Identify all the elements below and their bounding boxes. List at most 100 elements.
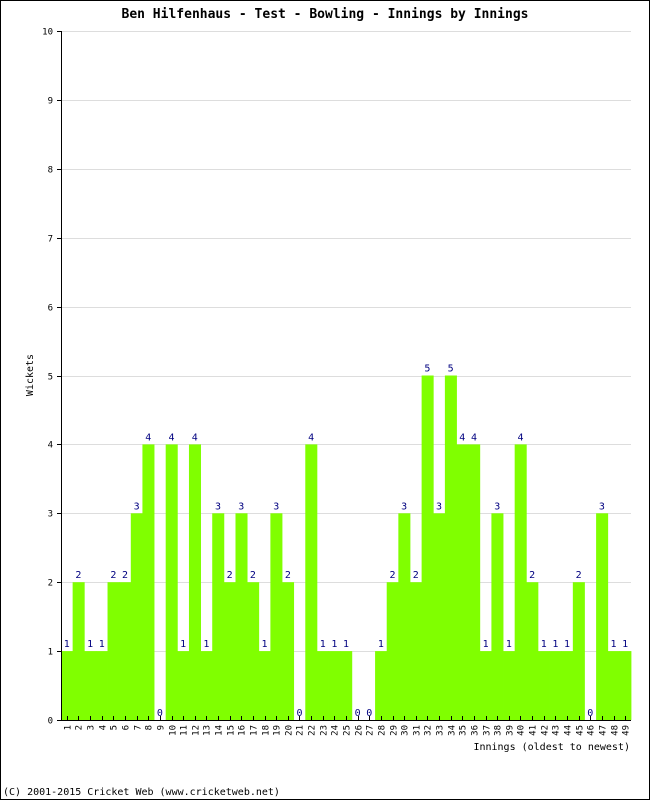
- x-tick-label: 26: [355, 725, 365, 736]
- data-label: 3: [436, 501, 442, 512]
- data-label: 1: [506, 639, 512, 650]
- bar: [119, 582, 132, 720]
- bar: [514, 444, 527, 720]
- x-tick-label: 47: [599, 725, 609, 736]
- x-tick-label: 31: [413, 725, 423, 736]
- bar: [177, 651, 190, 720]
- data-label: 5: [448, 364, 454, 375]
- data-label: 2: [529, 570, 535, 581]
- bar: [375, 651, 388, 720]
- data-label: 4: [517, 432, 523, 443]
- bar: [61, 651, 74, 720]
- x-tick-label: 42: [541, 725, 551, 736]
- data-label: 2: [285, 570, 291, 581]
- data-label: 2: [250, 570, 256, 581]
- bar: [84, 651, 97, 720]
- data-label: 1: [611, 639, 617, 650]
- x-tick-label: 27: [366, 725, 376, 736]
- data-label: 2: [110, 570, 116, 581]
- data-label: 2: [390, 570, 396, 581]
- y-tick-label: 9: [48, 97, 53, 107]
- x-tick-label: 14: [215, 725, 225, 736]
- bar: [188, 444, 201, 720]
- y-tick-label: 2: [48, 579, 53, 589]
- y-tick-label: 4: [48, 441, 53, 451]
- data-label: 1: [87, 639, 93, 650]
- x-tick-label: 49: [622, 725, 632, 736]
- x-tick-label: 37: [483, 725, 493, 736]
- bar: [444, 375, 457, 720]
- data-label: 1: [541, 639, 547, 650]
- data-label: 2: [227, 570, 233, 581]
- data-label: 0: [157, 708, 163, 719]
- y-axis-label: Wickets: [25, 354, 36, 396]
- x-tick-label: 1: [64, 725, 74, 730]
- bar: [340, 651, 353, 720]
- x-tick-label: 16: [238, 725, 248, 736]
- data-label: 4: [192, 432, 198, 443]
- data-label: 1: [343, 639, 349, 650]
- data-label: 2: [576, 570, 582, 581]
- x-tick-label: 17: [250, 725, 260, 736]
- data-label: 3: [238, 501, 244, 512]
- bar: [561, 651, 574, 720]
- bar: [421, 375, 434, 720]
- x-tick-label: 32: [424, 725, 434, 736]
- y-tick-label: 1: [48, 648, 53, 658]
- x-tick-label: 12: [192, 725, 202, 736]
- data-label: 1: [483, 639, 489, 650]
- x-tick-label: 41: [529, 725, 539, 736]
- bar: [282, 582, 295, 720]
- x-tick-label: 24: [331, 725, 341, 736]
- data-label: 4: [471, 432, 477, 443]
- data-label: 1: [203, 639, 209, 650]
- data-label: 2: [413, 570, 419, 581]
- chart: Ben Hilfenhaus - Test - Bowling - Inning…: [3, 7, 632, 798]
- data-label: 4: [308, 432, 314, 443]
- bar: [386, 582, 399, 720]
- bar: [398, 513, 411, 720]
- data-label: 1: [552, 639, 558, 650]
- x-axis-label: Innings (oldest to newest): [473, 742, 630, 753]
- x-tick-label: 40: [517, 725, 527, 736]
- bar: [537, 651, 550, 720]
- x-tick-label: 21: [296, 725, 306, 736]
- y-tick-label: 8: [48, 166, 53, 176]
- bars: [61, 375, 632, 720]
- bar: [212, 513, 225, 720]
- x-tick-label: 22: [308, 725, 318, 736]
- x-tick-label: 4: [99, 725, 109, 730]
- data-label: 5: [424, 364, 430, 375]
- bar: [316, 651, 329, 720]
- bar: [572, 582, 585, 720]
- chart-title: Ben Hilfenhaus - Test - Bowling - Inning…: [122, 7, 529, 22]
- x-tick-label: 3: [87, 725, 97, 730]
- bar: [607, 651, 620, 720]
- bar: [130, 513, 143, 720]
- x-tick-label: 11: [180, 725, 190, 736]
- y-tick-label: 6: [48, 304, 53, 314]
- x-tick-label: 43: [552, 725, 562, 736]
- bar: [549, 651, 562, 720]
- x-tick-label: 39: [506, 725, 516, 736]
- data-label: 4: [459, 432, 465, 443]
- data-label: 1: [331, 639, 337, 650]
- x-tick-label: 48: [611, 725, 621, 736]
- bar: [596, 513, 609, 720]
- bar: [247, 582, 260, 720]
- x-tick-label: 36: [471, 725, 481, 736]
- x-tick-label: 18: [262, 725, 272, 736]
- bar: [503, 651, 516, 720]
- x-tick-label: 38: [494, 725, 504, 736]
- data-label: 1: [180, 639, 186, 650]
- bar: [328, 651, 341, 720]
- data-label: 1: [262, 639, 268, 650]
- data-label: 4: [145, 432, 151, 443]
- copyright-footer: (C) 2001-2015 Cricket Web (www.cricketwe…: [3, 787, 280, 798]
- data-label: 4: [168, 432, 174, 443]
- bar: [479, 651, 492, 720]
- y-tick-label: 3: [48, 510, 53, 520]
- y-tick-labels: 0 1 2 3 4 5 6 7 8 9 10: [42, 28, 53, 727]
- data-label: 3: [599, 501, 605, 512]
- data-label: 0: [355, 708, 361, 719]
